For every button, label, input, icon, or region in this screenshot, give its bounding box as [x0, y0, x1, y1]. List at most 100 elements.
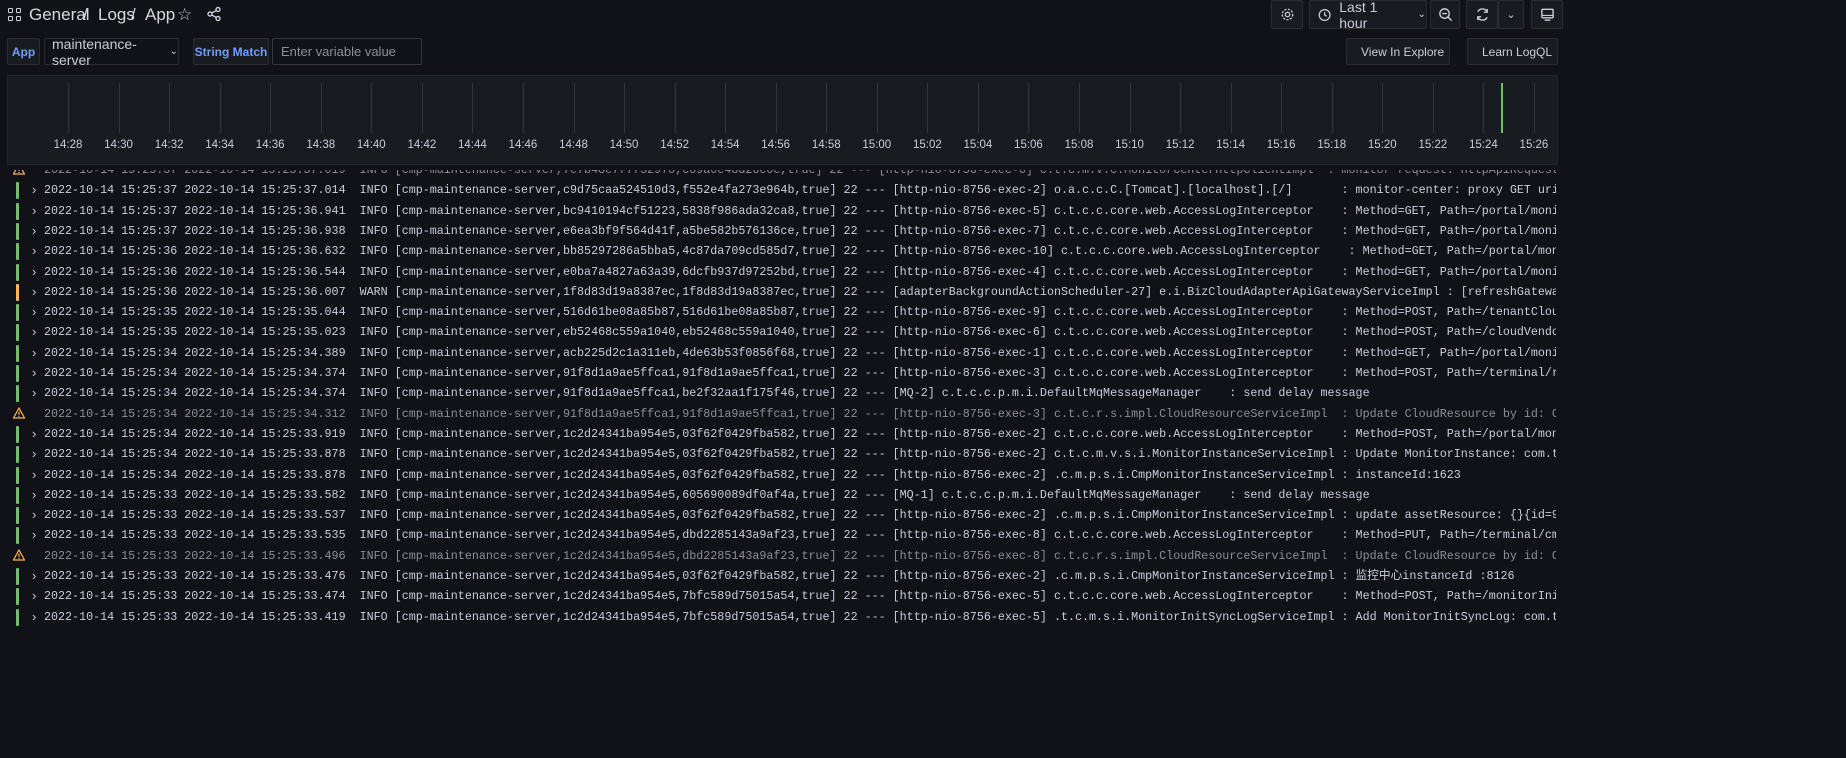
expand-chevron-icon[interactable]: ›	[32, 505, 36, 525]
histogram-x-tick-label: 14:50	[609, 139, 639, 151]
dashboard-settings-button[interactable]	[1271, 0, 1303, 29]
log-level-indicator	[16, 222, 19, 240]
gear-icon	[1281, 8, 1293, 21]
expand-chevron-icon[interactable]: ›	[32, 322, 36, 342]
expand-chevron-icon[interactable]: ›	[32, 302, 36, 322]
log-row[interactable]: 2022-10-14 15:25:33 2022-10-14 15:25:33.…	[0, 546, 1556, 566]
expand-chevron-icon[interactable]: ›	[32, 586, 36, 606]
log-row[interactable]: › 2022-10-14 15:25:33 2022-10-14 15:25:33…	[0, 505, 1556, 525]
expand-chevron-icon[interactable]: ›	[32, 607, 36, 627]
expand-chevron-icon[interactable]: ›	[32, 566, 36, 586]
log-row[interactable]: › 2022-10-14 15:25:36 2022-10-14 15:25:36…	[0, 262, 1556, 282]
log-row[interactable]: › 2022-10-14 15:25:33 2022-10-14 15:25:33…	[0, 525, 1556, 545]
log-row[interactable]: › 2022-10-14 15:25:34 2022-10-14 15:25:34…	[0, 343, 1556, 363]
refresh-button[interactable]	[1466, 0, 1498, 29]
log-level-indicator	[16, 283, 19, 301]
histogram-bar[interactable]	[1501, 83, 1504, 133]
log-row[interactable]: › 2022-10-14 15:25:35 2022-10-14 15:25:35…	[0, 302, 1556, 322]
log-row[interactable]: › 2022-10-14 15:25:34 2022-10-14 15:25:33…	[0, 444, 1556, 464]
expand-chevron-icon[interactable]: ›	[32, 282, 36, 302]
log-line-text: 2022-10-14 15:25:34 2022-10-14 15:25:33.…	[44, 447, 1556, 462]
histogram-gridline	[1230, 83, 1232, 133]
breadcrumb-section[interactable]: Logs	[98, 5, 135, 25]
refresh-interval-dropdown[interactable]: ⌄	[1498, 0, 1524, 29]
log-row[interactable]: › 2022-10-14 15:25:37 2022-10-14 15:25:36…	[0, 221, 1556, 241]
histogram-x-tick-label: 15:04	[963, 139, 993, 151]
expand-chevron-icon[interactable]: ›	[32, 465, 36, 485]
histogram-x-tick-label: 15:08	[1064, 139, 1094, 151]
log-row[interactable]: › 2022-10-14 15:25:33 2022-10-14 15:25:33…	[0, 485, 1556, 505]
log-level-indicator	[16, 527, 19, 545]
time-range-label: Last 1 hour	[1339, 0, 1378, 31]
expand-chevron-icon[interactable]: ›	[32, 262, 36, 282]
histogram-gridline	[270, 83, 272, 133]
string-match-input[interactable]	[272, 38, 422, 65]
learn-logql-label: Learn LogQL	[1482, 44, 1553, 59]
log-line-text: 2022-10-14 15:25:36 2022-10-14 15:25:36.…	[44, 284, 1556, 299]
learn-logql-link[interactable]: Learn LogQL	[1467, 38, 1558, 65]
expand-chevron-icon[interactable]: ›	[32, 201, 36, 221]
refresh-icon	[1476, 8, 1488, 21]
log-row[interactable]: › 2022-10-14 15:25:33 2022-10-14 15:25:33…	[0, 586, 1556, 606]
log-row[interactable]: › 2022-10-14 15:25:33 2022-10-14 15:25:33…	[0, 607, 1556, 627]
log-level-indicator	[16, 182, 19, 200]
histogram-x-tick-label: 14:36	[255, 139, 285, 151]
dashboards-grid-icon[interactable]	[8, 8, 22, 22]
log-line-text: 2022-10-14 15:25:33 2022-10-14 15:25:33.…	[44, 609, 1556, 624]
histogram-gridline	[1129, 83, 1131, 133]
histogram-x-tick-label: 14:38	[306, 139, 336, 151]
histogram-gridline	[1331, 83, 1333, 133]
expand-chevron-icon[interactable]: ›	[32, 485, 36, 505]
histogram-x-tick-label: 14:44	[458, 139, 487, 151]
histogram-gridline	[522, 83, 524, 133]
expand-chevron-icon[interactable]: ›	[32, 424, 36, 444]
star-icon[interactable]: ☆	[177, 5, 192, 25]
log-row[interactable]: › 2022-10-14 15:25:37 2022-10-14 15:25:36…	[0, 201, 1556, 221]
expand-chevron-icon[interactable]: ›	[32, 383, 36, 403]
histogram-gridline	[1533, 83, 1535, 133]
share-icon[interactable]	[206, 6, 222, 22]
view-in-explore-button[interactable]: View In Explore	[1346, 38, 1450, 65]
log-level-indicator	[16, 425, 19, 443]
app-variable-select[interactable]: maintenance-server ⌄	[44, 36, 179, 68]
histogram-x-tick-label: 15:14	[1216, 139, 1246, 151]
log-row[interactable]: 2022-10-14 15:25:37 2022-10-14 15:25:37.…	[0, 170, 1556, 180]
log-row[interactable]: › 2022-10-14 15:25:34 2022-10-14 15:25:34…	[0, 383, 1556, 403]
expand-chevron-icon[interactable]: ›	[32, 343, 36, 363]
expand-chevron-icon[interactable]: ›	[32, 525, 36, 545]
expand-chevron-icon[interactable]: ›	[32, 221, 36, 241]
logs-volume-histogram[interactable]: 14:28 14:30 14:32 14:34 14:36 14:38 14:40 14:42…	[7, 75, 1558, 165]
log-row[interactable]: › 2022-10-14 15:25:36 2022-10-14 15:25:36…	[0, 282, 1556, 302]
log-row[interactable]: › 2022-10-14 15:25:34 2022-10-14 15:25:34…	[0, 363, 1556, 383]
histogram-gridline	[876, 83, 878, 133]
log-level-indicator	[16, 202, 19, 220]
log-row[interactable]: › 2022-10-14 15:25:34 2022-10-14 15:25:33…	[0, 465, 1556, 485]
expand-chevron-icon[interactable]: ›	[32, 241, 36, 261]
expand-chevron-icon[interactable]: ›	[32, 180, 36, 200]
expand-chevron-icon[interactable]: ›	[32, 444, 36, 464]
log-row[interactable]: › 2022-10-14 15:25:33 2022-10-14 15:25:33…	[0, 566, 1556, 586]
breadcrumb-folder[interactable]: General	[29, 5, 89, 25]
histogram-x-tick-label: 14:58	[811, 139, 841, 151]
tv-mode-button[interactable]	[1531, 0, 1563, 29]
histogram-x-tick-label: 15:00	[862, 139, 892, 151]
histogram-x-tick-label: 14:32	[154, 139, 184, 151]
histogram-gridline	[421, 83, 423, 133]
log-row[interactable]: › 2022-10-14 15:25:34 2022-10-14 15:25:33…	[0, 424, 1556, 444]
histogram-x-tick-label: 14:46	[508, 139, 538, 151]
log-row[interactable]: › 2022-10-14 15:25:35 2022-10-14 15:25:35…	[0, 322, 1556, 342]
log-row[interactable]: › 2022-10-14 15:25:36 2022-10-14 15:25:36…	[0, 241, 1556, 261]
histogram-gridline	[118, 83, 120, 133]
expand-chevron-icon[interactable]: ›	[32, 363, 36, 383]
time-range-picker[interactable]: Last 1 hour ⌄	[1309, 0, 1427, 31]
log-row[interactable]: 2022-10-14 15:25:34 2022-10-14 15:25:34.…	[0, 404, 1556, 424]
log-line-text: 2022-10-14 15:25:37 2022-10-14 15:25:36.…	[44, 223, 1556, 238]
log-line-text: 2022-10-14 15:25:33 2022-10-14 15:25:33.…	[44, 508, 1556, 523]
log-row[interactable]: › 2022-10-14 15:25:37 2022-10-14 15:25:37…	[0, 180, 1556, 200]
zoom-out-button[interactable]	[1430, 0, 1460, 29]
histogram-gridline	[1028, 83, 1030, 133]
histogram-x-tick-label: 15:24	[1469, 139, 1498, 151]
histogram-gridline	[826, 83, 828, 133]
log-level-indicator	[16, 608, 19, 626]
log-level-indicator	[16, 243, 19, 261]
